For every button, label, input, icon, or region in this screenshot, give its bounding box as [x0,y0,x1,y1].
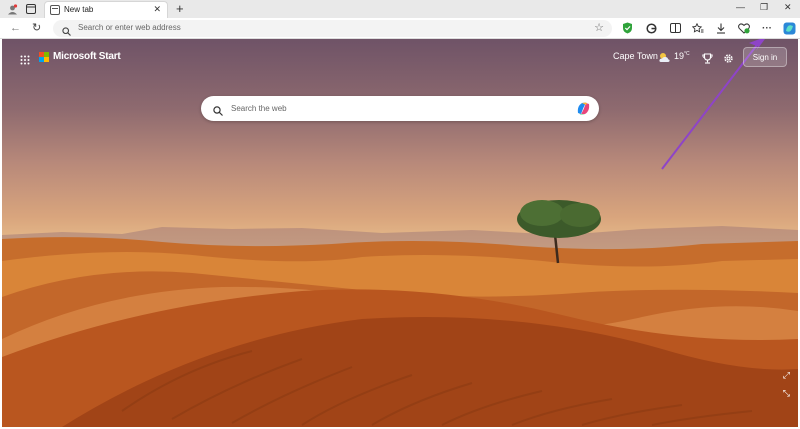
tab-new-tab[interactable]: New tab ✕ [44,1,168,18]
copilot-icon[interactable] [782,21,796,35]
close-tab-icon[interactable]: ✕ [153,4,161,15]
navigation-bar: ← ↻ Search or enter web address ☆ ··· [0,18,800,39]
search-placeholder: Search the web [231,104,287,113]
temperature-unit: °C [684,51,690,57]
microsoft-start-logo[interactable]: Microsoft Start [39,51,121,62]
expand-icon[interactable]: ⤡ [783,388,790,399]
app-launcher-icon[interactable] [20,52,30,70]
temperature[interactable]: 19°C [674,51,690,61]
address-bar[interactable]: Search or enter web address ☆ [53,20,612,37]
microsoft-logo-icon [39,51,49,62]
extension-g-icon[interactable] [644,21,658,35]
shield-extension-icon[interactable] [620,21,634,35]
favorite-star-icon[interactable]: ☆ [594,21,604,34]
favorites-icon[interactable] [691,21,705,35]
restore-icon[interactable]: ❐ [760,2,768,13]
tab-actions-icon[interactable] [25,3,37,15]
split-screen-icon[interactable] [668,21,682,35]
downloads-icon[interactable] [714,21,728,35]
browser-window: New tab ✕ + — ❐ ✕ ← ↻ Search or enter we… [0,0,800,429]
web-search-box[interactable]: Search the web [201,96,599,121]
brand-title: Microsoft Start [53,51,121,62]
new-tab-page-icon [50,5,60,15]
new-tab-page: Microsoft Start Cape Town 19°C Sign in S… [2,39,798,427]
search-icon [213,103,223,121]
back-icon[interactable]: ← [10,22,21,34]
profile-icon[interactable] [6,3,18,15]
close-window-icon[interactable]: ✕ [784,2,792,13]
minimize-icon[interactable]: — [736,2,745,12]
open-image-icon[interactable]: ⤢ [783,370,790,381]
more-menu-icon[interactable]: ··· [760,21,774,35]
tab-title: New tab [64,5,94,14]
copilot-search-icon[interactable] [575,100,592,122]
cloudy-weather-icon[interactable] [658,50,671,68]
weather-city[interactable]: Cape Town [613,51,658,61]
settings-gear-icon[interactable] [723,51,734,69]
new-tab-button[interactable]: + [176,1,184,16]
refresh-icon[interactable]: ↻ [32,22,41,34]
tab-bar: New tab ✕ + — ❐ ✕ [0,0,800,18]
temperature-value: 19 [674,51,685,61]
rewards-trophy-icon[interactable] [702,51,713,69]
browser-essentials-icon[interactable] [737,21,751,35]
address-placeholder: Search or enter web address [78,23,181,32]
sign-in-button[interactable]: Sign in [743,47,787,67]
